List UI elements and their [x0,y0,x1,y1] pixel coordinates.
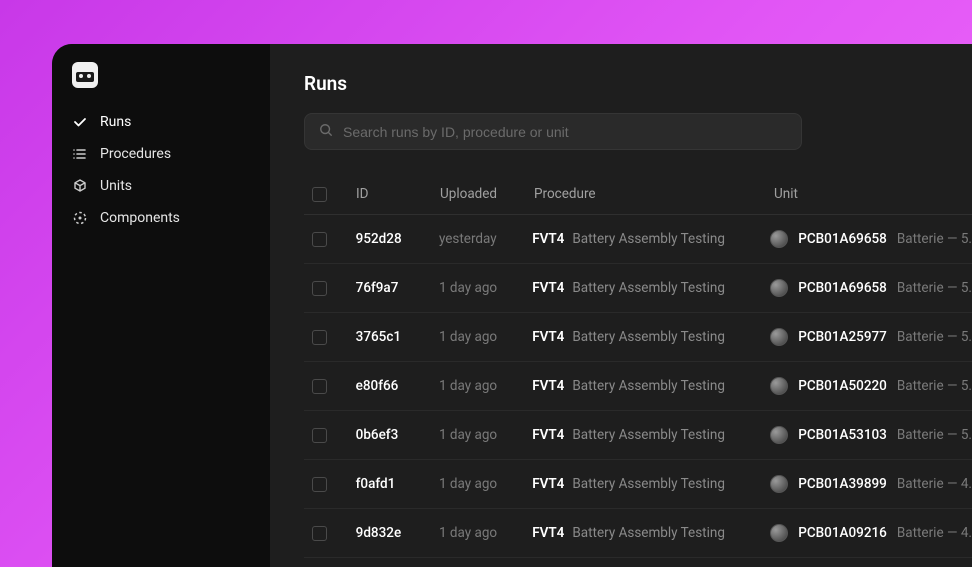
sidebar-item-label: Runs [100,114,131,130]
sidebar-item-label: Units [100,178,132,194]
table-row[interactable]: 9d832e 1 day ago FVT4 Battery Assembly Test… [304,509,972,558]
row-checkbox[interactable] [312,281,327,296]
uploaded-time: 1 day ago [439,427,497,443]
unit-code: PCB01A50220 [798,378,887,394]
procedure-name: Battery Assembly Testing [572,427,725,443]
run-id: 9d832e [356,525,402,541]
unit-code: PCB01A53103 [798,427,887,443]
run-id: 76f9a7 [356,280,399,296]
unit-code: PCB01A69658 [798,280,887,296]
search-input[interactable] [343,124,787,140]
sidebar: Runs Procedures Units Components [52,44,270,567]
uploaded-time: 1 day ago [439,476,497,492]
procedure-name: Battery Assembly Testing [572,231,725,247]
unit-code: PCB01A39899 [798,476,887,492]
sidebar-item-procedures[interactable]: Procedures [52,138,270,170]
procedure-name: Battery Assembly Testing [572,329,725,345]
row-checkbox[interactable] [312,330,327,345]
select-all-checkbox[interactable] [312,187,327,202]
row-checkbox[interactable] [312,477,327,492]
procedure-name: Battery Assembly Testing [572,280,725,296]
sidebar-item-units[interactable]: Units [52,170,270,202]
unit-description: Batterie — 5. [897,378,972,394]
sidebar-item-label: Procedures [100,146,171,162]
app-window: Runs Procedures Units Components Runs [52,44,972,567]
runs-table: ID Uploaded Procedure Unit 952d28 yesterd… [304,178,972,558]
main-content: Runs ID Uploaded Procedure Unit 952d28 ye… [270,44,972,567]
page-title: Runs [304,72,972,95]
unit-code: PCB01A25977 [798,329,887,345]
table-row[interactable]: 76f9a7 1 day ago FVT4 Battery Assembly Test… [304,264,972,313]
procedure-code: FVT4 [532,280,564,296]
uploaded-time: 1 day ago [439,280,497,296]
col-header-unit: Unit [774,186,972,202]
unit-description: Batterie — 5. [897,231,972,247]
table-header: ID Uploaded Procedure Unit [304,178,972,215]
unit-icon [770,230,788,248]
col-header-procedure: Procedure [534,186,774,202]
unit-description: Batterie — 5. [897,280,972,296]
row-checkbox[interactable] [312,526,327,541]
uploaded-time: 1 day ago [439,329,497,345]
run-id: e80f66 [356,378,399,394]
uploaded-time: yesterday [439,231,497,247]
procedure-code: FVT4 [532,427,564,443]
uploaded-time: 1 day ago [439,378,497,394]
run-id: 0b6ef3 [356,427,399,443]
row-checkbox[interactable] [312,428,327,443]
col-header-uploaded: Uploaded [440,186,534,202]
table-row[interactable]: 952d28 yesterday FVT4 Battery Assembly Test… [304,215,972,264]
unit-icon [770,524,788,542]
table-row[interactable]: 0b6ef3 1 day ago FVT4 Battery Assembly Test… [304,411,972,460]
sidebar-item-components[interactable]: Components [52,202,270,234]
unit-icon [770,475,788,493]
row-checkbox[interactable] [312,232,327,247]
circle-dashed-icon [72,210,88,226]
unit-code: PCB01A69658 [798,231,887,247]
list-icon [72,146,88,162]
table-row[interactable]: e80f66 1 day ago FVT4 Battery Assembly Test… [304,362,972,411]
procedure-code: FVT4 [532,525,564,541]
procedure-code: FVT4 [532,378,564,394]
procedure-code: FVT4 [532,329,564,345]
table-row[interactable]: 3765c1 1 day ago FVT4 Battery Assembly Test… [304,313,972,362]
unit-icon [770,426,788,444]
unit-description: Batterie — 4. [897,476,972,492]
app-logo [72,62,98,88]
search-icon [319,122,333,141]
procedure-code: FVT4 [532,231,564,247]
unit-icon [770,377,788,395]
cube-icon [72,178,88,194]
unit-icon [770,328,788,346]
table-body: 952d28 yesterday FVT4 Battery Assembly Test… [304,215,972,558]
col-header-id: ID [356,186,440,202]
run-id: 952d28 [356,231,402,247]
unit-description: Batterie — 5. [897,427,972,443]
uploaded-time: 1 day ago [439,525,497,541]
unit-description: Batterie — 5. [897,329,972,345]
run-id: f0afd1 [356,476,396,492]
procedure-code: FVT4 [532,476,564,492]
search-box[interactable] [304,113,802,150]
unit-code: PCB01A09216 [798,525,887,541]
row-checkbox[interactable] [312,379,327,394]
procedure-name: Battery Assembly Testing [572,525,725,541]
check-icon [72,114,88,130]
unit-description: Batterie — 4. [897,525,972,541]
run-id: 3765c1 [356,329,401,345]
procedure-name: Battery Assembly Testing [572,378,725,394]
procedure-name: Battery Assembly Testing [572,476,725,492]
sidebar-item-label: Components [100,210,180,226]
table-row[interactable]: f0afd1 1 day ago FVT4 Battery Assembly Test… [304,460,972,509]
unit-icon [770,279,788,297]
sidebar-item-runs[interactable]: Runs [52,106,270,138]
